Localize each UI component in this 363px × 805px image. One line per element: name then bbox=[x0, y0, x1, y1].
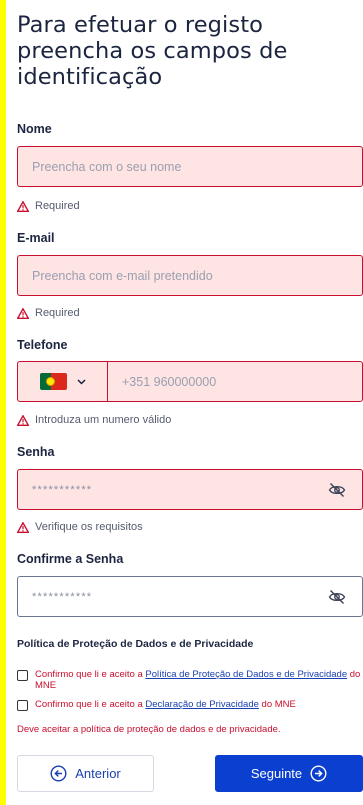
telefone-error-text: Introduza um numero válido bbox=[35, 414, 172, 426]
senha-label: Senha bbox=[17, 445, 55, 459]
eye-off-icon[interactable] bbox=[328, 589, 346, 605]
telefone-error: Introduza um numero válido bbox=[17, 414, 171, 426]
seguinte-label: Seguinte bbox=[250, 766, 303, 781]
politica-checkbox[interactable] bbox=[17, 670, 28, 681]
senha-placeholder: *********** bbox=[32, 483, 93, 496]
seguinte-button[interactable]: Seguinte bbox=[215, 755, 363, 792]
check1-pre-text: Confirmo que li e aceito a bbox=[35, 669, 146, 680]
telefone-label: Telefone bbox=[17, 338, 68, 352]
telefone-input[interactable]: +351 960000000 bbox=[108, 375, 216, 389]
chevron-down-icon bbox=[77, 378, 86, 385]
politica-heading: Política de Proteção de Dados e de Priva… bbox=[17, 638, 254, 650]
nome-placeholder: Preencha com o seu nome bbox=[32, 159, 182, 174]
portugal-flag-icon bbox=[40, 373, 67, 390]
nome-error: Required bbox=[17, 200, 80, 212]
politica-error: Deve aceitar a política de proteção de d… bbox=[17, 724, 281, 735]
warning-icon bbox=[17, 521, 29, 533]
check2-post-text: do MNE bbox=[258, 699, 296, 710]
declaracao-checkbox-row: Confirmo que li e aceito a Declaração de… bbox=[17, 699, 363, 711]
eye-off-icon[interactable] bbox=[328, 482, 346, 498]
senha-field[interactable]: *********** bbox=[17, 469, 363, 510]
email-label: E-mail bbox=[17, 231, 55, 245]
politica-link[interactable]: Política de Proteção de Dados e de Priva… bbox=[145, 669, 347, 680]
nome-field[interactable]: Preencha com o seu nome bbox=[17, 146, 363, 187]
arrow-right-circle-icon bbox=[310, 765, 327, 782]
check2-pre-text: Confirmo que li e aceito a bbox=[35, 699, 146, 710]
email-field[interactable]: Preencha com e-mail pretendido bbox=[17, 255, 363, 296]
confirme-placeholder: *********** bbox=[32, 590, 93, 603]
politica-check-text: Confirmo que li e aceito a Política de P… bbox=[35, 669, 363, 691]
warning-icon bbox=[17, 414, 29, 426]
email-error-text: Required bbox=[35, 307, 80, 319]
warning-icon bbox=[17, 307, 29, 319]
declaracao-check-text: Confirmo que li e aceito a Declaração de… bbox=[35, 699, 296, 710]
arrow-left-circle-icon bbox=[50, 765, 67, 782]
email-placeholder: Preencha com e-mail pretendido bbox=[32, 268, 213, 283]
country-selector[interactable] bbox=[18, 362, 108, 401]
confirme-field[interactable]: *********** bbox=[17, 576, 363, 617]
email-error: Required bbox=[17, 307, 80, 319]
registration-form: Para efetuar o registo preencha os campo… bbox=[6, 0, 363, 805]
anterior-label: Anterior bbox=[75, 766, 121, 781]
nome-error-text: Required bbox=[35, 200, 80, 212]
declaracao-link[interactable]: Declaração de Privacidade bbox=[145, 699, 259, 710]
page-title: Para efetuar o registo preencha os campo… bbox=[17, 12, 288, 90]
declaracao-checkbox[interactable] bbox=[17, 700, 28, 711]
nome-label: Nome bbox=[17, 122, 52, 136]
telefone-field: +351 960000000 bbox=[17, 361, 363, 402]
senha-error-text: Verifique os requisitos bbox=[35, 521, 143, 533]
politica-checkbox-row: Confirmo que li e aceito a Política de P… bbox=[17, 669, 363, 691]
warning-icon bbox=[17, 200, 29, 212]
anterior-button[interactable]: Anterior bbox=[17, 755, 154, 792]
confirme-label: Confirme a Senha bbox=[17, 552, 124, 566]
senha-error: Verifique os requisitos bbox=[17, 521, 143, 533]
